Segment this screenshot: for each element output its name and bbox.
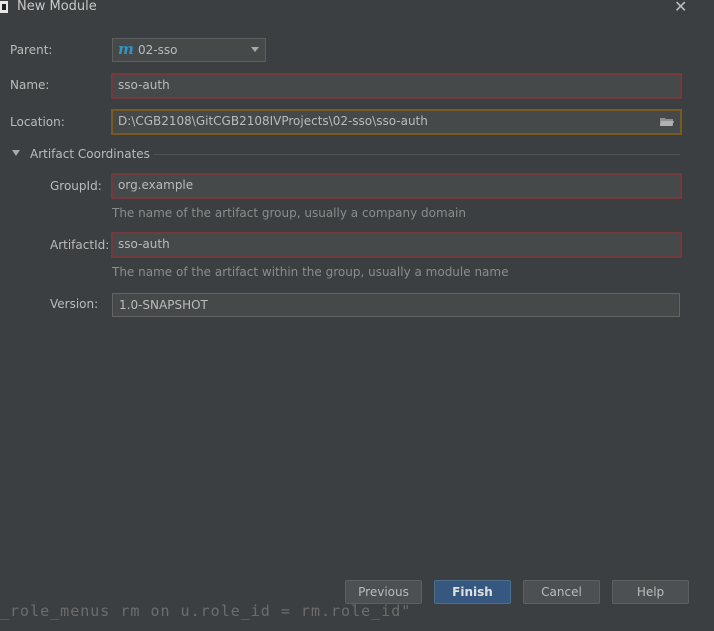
groupid-input[interactable]: org.example: [111, 173, 682, 199]
close-icon[interactable]: ✕: [674, 0, 687, 16]
groupid-label: GroupId:: [50, 179, 102, 193]
help-button[interactable]: Help: [612, 580, 689, 604]
version-input[interactable]: 1.0-SNAPSHOT: [112, 293, 680, 317]
name-label: Name:: [10, 78, 50, 92]
finish-button[interactable]: Finish: [434, 580, 511, 604]
parent-dropdown[interactable]: m 02-sso: [112, 38, 266, 62]
app-icon: [0, 1, 8, 13]
location-label: Location:: [10, 115, 65, 129]
background-editor-text: _role_menus rm on u.role_id = rm.role_id…: [0, 602, 412, 620]
location-value: D:\CGB2108\GitCGB2108IVProjects\02-sso\s…: [118, 114, 428, 128]
location-input[interactable]: D:\CGB2108\GitCGB2108IVProjects\02-sso\s…: [111, 109, 682, 135]
version-label: Version:: [50, 297, 99, 311]
artifactid-input[interactable]: sso-auth: [111, 232, 682, 258]
artifactid-hint: The name of the artifact within the grou…: [112, 265, 509, 279]
artifact-section-title: Artifact Coordinates: [30, 147, 150, 161]
name-input[interactable]: sso-auth: [111, 73, 682, 99]
section-divider: [153, 154, 680, 155]
parent-value: 02-sso: [138, 43, 178, 57]
maven-module-icon: m: [118, 40, 134, 58]
dialog-title: New Module: [17, 0, 97, 14]
groupid-hint: The name of the artifact group, usually …: [112, 206, 466, 220]
folder-icon[interactable]: [660, 117, 674, 127]
title-bar: New Module ✕: [0, 0, 714, 16]
cancel-button[interactable]: Cancel: [523, 580, 600, 604]
chevron-down-icon: [251, 47, 259, 52]
artifactid-label: ArtifactId:: [50, 238, 110, 252]
previous-button[interactable]: Previous: [345, 580, 422, 604]
collapse-arrow-icon: [12, 150, 20, 156]
parent-label: Parent:: [10, 43, 53, 57]
